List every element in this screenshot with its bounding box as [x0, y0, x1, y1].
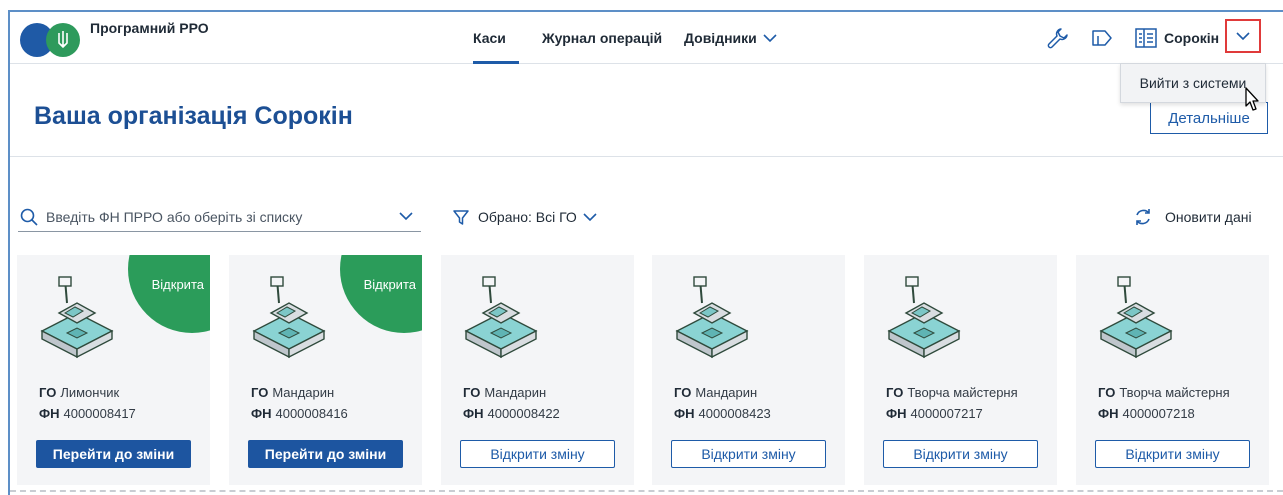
fn-search-select[interactable]: Введіть ФН ПРРО або оберіть зі списку — [18, 202, 421, 232]
cash-register-card: Відкрита ГО Лимончик ФН 4000008417 Перейти… — [17, 255, 210, 485]
card-fn: ФН 4000007218 — [1098, 406, 1195, 421]
open-shift-button[interactable]: Відкрити зміну — [1095, 440, 1250, 468]
cash-register-card: ГО Мандарин ФН 4000008422 Відкрити зміну — [441, 255, 634, 485]
cash-register-card: ГО Творча майстерня ФН 4000007217 Відкрити… — [864, 255, 1057, 485]
cash-register-card: ГО Мандарин ФН 4000008423 Відкрити зміну — [652, 255, 845, 485]
fn-label: ФН — [674, 406, 695, 421]
card-fn: ФН 4000008422 — [463, 406, 560, 421]
go-label: ГО — [1098, 385, 1116, 400]
tag-icon[interactable] — [1090, 26, 1114, 50]
go-value: Мандарин — [272, 385, 335, 400]
go-to-shift-button[interactable]: Перейти до зміни — [248, 440, 403, 468]
go-value: Творча майстерня — [1119, 385, 1230, 400]
logo-text[interactable]: Програмний РРО — [90, 21, 210, 36]
status-badge — [340, 255, 422, 333]
user-name[interactable]: Сорокін — [1164, 12, 1219, 64]
cash-register-icon — [461, 273, 541, 368]
go-to-shift-button[interactable]: Перейти до зміни — [36, 440, 191, 468]
cash-register-icon — [1096, 273, 1176, 368]
fn-value: 4000007217 — [910, 406, 983, 421]
chevron-down-icon — [399, 212, 413, 221]
card-go: ГО Творча майстерня — [1098, 385, 1230, 400]
nav-active-indicator — [473, 61, 519, 64]
fn-label: ФН — [463, 406, 484, 421]
organization-title: Ваша організація Сорокін — [34, 102, 353, 130]
go-value: Творча майстерня — [907, 385, 1018, 400]
refresh-icon — [1136, 209, 1150, 225]
refresh-label: Оновити дані — [1165, 209, 1252, 225]
card-fn: ФН 4000008423 — [674, 406, 771, 421]
fn-label: ФН — [1098, 406, 1119, 421]
wrench-icon[interactable] — [1046, 26, 1070, 50]
cash-register-icon — [249, 273, 329, 368]
cash-register-icon — [884, 273, 964, 368]
card-fn: ФН 4000008417 — [39, 406, 136, 421]
cash-register-icon — [672, 273, 752, 368]
refresh-button[interactable]: Оновити дані — [1133, 202, 1252, 232]
chevron-down-icon — [583, 213, 597, 222]
status-badge-label: Відкрита — [363, 277, 416, 292]
bottom-border — [10, 490, 1283, 492]
nav-journal[interactable]: Журнал операцій — [542, 12, 662, 64]
fn-value: 4000008423 — [698, 406, 771, 421]
section-divider — [10, 156, 1283, 157]
card-fn: ФН 4000008416 — [251, 406, 348, 421]
fn-value: 4000008422 — [487, 406, 560, 421]
cash-register-card: Відкрита ГО Мандарин ФН 4000008416 Перейти… — [229, 255, 422, 485]
chevron-down-icon — [763, 34, 777, 43]
trident-icon — [58, 31, 68, 49]
card-go: ГО Лимончик — [39, 385, 119, 400]
chevron-down-icon — [1236, 32, 1250, 41]
fn-label: ФН — [886, 406, 907, 421]
nav-dovidnyky-label: Довідники — [684, 30, 757, 46]
filter-label: Обрано: Всі ГО — [478, 209, 577, 225]
fn-value: 4000008416 — [275, 406, 348, 421]
go-label: ГО — [39, 385, 57, 400]
go-label: ГО — [674, 385, 692, 400]
nav-dovidnyky[interactable]: Довідники — [684, 12, 777, 64]
user-menu-toggle[interactable] — [1225, 19, 1261, 53]
fn-label: ФН — [251, 406, 272, 421]
go-label: ГО — [463, 385, 481, 400]
search-icon — [20, 208, 38, 226]
status-badge — [128, 255, 210, 333]
go-label: ГО — [886, 385, 904, 400]
card-go: ГО Мандарин — [463, 385, 546, 400]
filter-icon — [453, 210, 469, 225]
go-label: ГО — [251, 385, 269, 400]
fn-label: ФН — [39, 406, 60, 421]
cash-register-card: ГО Творча майстерня ФН 4000007218 Відкрити… — [1076, 255, 1269, 485]
go-value: Лимончик — [60, 385, 120, 400]
top-header: Програмний РРО Каси Журнал операцій Дові… — [10, 12, 1283, 64]
mouse-cursor-icon — [1245, 87, 1259, 111]
card-go: ГО Творча майстерня — [886, 385, 1018, 400]
organization-icon[interactable] — [1134, 26, 1158, 50]
go-filter[interactable]: Обрано: Всі ГО — [452, 202, 597, 232]
open-shift-button[interactable]: Відкрити зміну — [883, 440, 1038, 468]
go-value: Мандарин — [695, 385, 758, 400]
cash-register-icon — [37, 273, 117, 368]
open-shift-button[interactable]: Відкрити зміну — [460, 440, 615, 468]
card-go: ГО Мандарин — [674, 385, 757, 400]
fn-value: 4000008417 — [63, 406, 136, 421]
card-fn: ФН 4000007217 — [886, 406, 983, 421]
go-value: Мандарин — [484, 385, 547, 400]
status-badge-label: Відкрита — [151, 277, 204, 292]
fn-value: 4000007218 — [1122, 406, 1195, 421]
card-go: ГО Мандарин — [251, 385, 334, 400]
nav-kasy[interactable]: Каси — [473, 12, 506, 64]
search-placeholder: Введіть ФН ПРРО або оберіть зі списку — [46, 208, 303, 225]
open-shift-button[interactable]: Відкрити зміну — [671, 440, 826, 468]
